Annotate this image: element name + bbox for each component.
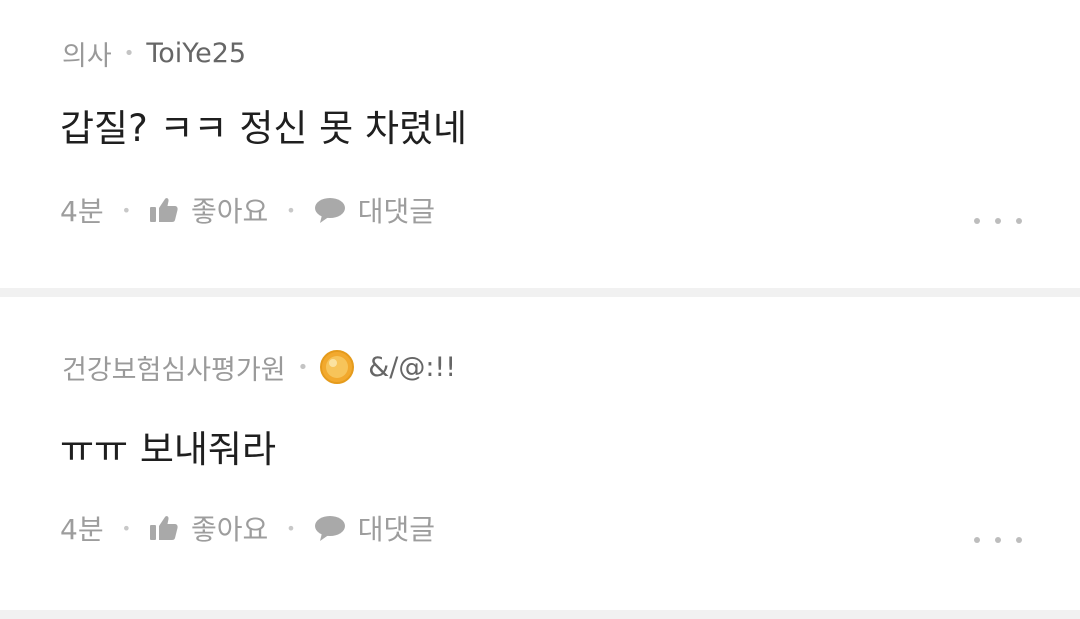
action-separator: • xyxy=(121,518,132,538)
reply-button[interactable]: 대댓글 xyxy=(314,190,435,230)
speech-bubble-icon xyxy=(314,514,346,542)
more-dot xyxy=(1016,218,1022,224)
author-nickname[interactable]: ToiYe25 xyxy=(146,38,246,69)
thumbs-up-icon xyxy=(149,514,179,542)
like-button[interactable]: 좋아요 xyxy=(149,508,268,548)
like-label: 좋아요 xyxy=(191,195,269,228)
meta-separator: • xyxy=(123,42,135,64)
speech-bubble-icon xyxy=(314,196,346,224)
action-separator: • xyxy=(286,200,296,220)
comment-text: ㅠㅠ 보내줘라 xyxy=(60,428,277,471)
author-nickname[interactable]: &/@:!! xyxy=(368,352,456,383)
more-dot xyxy=(995,537,1001,543)
reply-button[interactable]: 대댓글 xyxy=(314,508,435,548)
like-label: 좋아요 xyxy=(191,513,269,546)
more-dots-icon[interactable] xyxy=(974,211,1022,231)
comment-text: 갑질? ㅋㅋ 정신 못 차렸네 xyxy=(60,107,468,150)
action-separator: • xyxy=(286,518,296,538)
comment-card: 의사 • ToiYe25 갑질? ㅋㅋ 정신 못 차렸네 4분 • 좋아요 • xyxy=(0,0,1080,288)
more-dot xyxy=(995,218,1001,224)
meta-separator: • xyxy=(297,356,309,378)
reply-label: 대댓글 xyxy=(357,513,436,546)
comment-time: 4분 xyxy=(60,195,104,228)
comment-actions: 4분 • 좋아요 • 대댓글 xyxy=(60,190,435,230)
author-tag: 의사 xyxy=(62,40,112,72)
more-dot xyxy=(974,218,980,224)
more-dot xyxy=(974,537,980,543)
like-button[interactable]: 좋아요 xyxy=(149,190,268,230)
author-tag: 건강보험심사평가원 xyxy=(62,354,286,386)
reply-label: 대댓글 xyxy=(357,195,436,228)
more-dot xyxy=(1016,537,1022,543)
comment-meta: 의사 • ToiYe25 xyxy=(62,33,246,73)
comment-time: 4분 xyxy=(60,513,104,546)
gold-coin-badge-icon xyxy=(320,350,355,384)
comment-meta: 건강보험심사평가원 • &/@:!! xyxy=(62,347,456,387)
action-separator: • xyxy=(121,200,132,220)
more-dots-icon[interactable] xyxy=(974,530,1022,550)
comment-actions: 4분 • 좋아요 • 대댓글 xyxy=(60,508,435,548)
comment-card: 건강보험심사평가원 • &/@:!! ㅠㅠ 보내줘라 4분 • 좋아요 • 대댓… xyxy=(0,297,1080,610)
thumbs-up-icon xyxy=(149,196,179,224)
